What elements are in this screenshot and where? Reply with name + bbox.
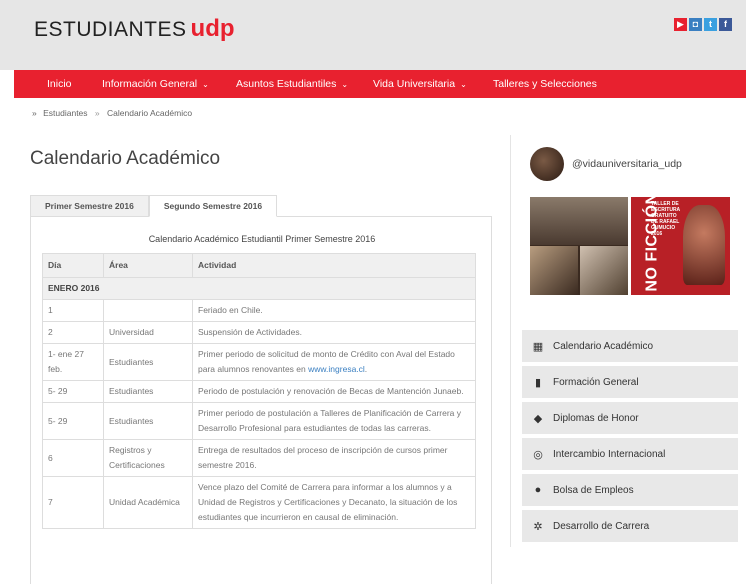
cell-dia: 5- 29 <box>42 402 104 440</box>
nav-item-vida-universitaria[interactable]: Vida Universitaria ⌄ <box>373 70 467 98</box>
cell-actividad: Periodo de postulación y renovación de B… <box>192 380 476 403</box>
column-header-actividad: Actividad <box>192 253 476 278</box>
cell-area: Estudiantes <box>103 380 193 403</box>
table-row: 6 Registros y Certificaciones Entrega de… <box>42 439 476 477</box>
binoculars-icon: ● <box>534 484 542 496</box>
table-row: 5- 29 Estudiantes Primer periodo de post… <box>42 402 476 440</box>
instagram-post-photo[interactable] <box>530 197 628 295</box>
nav-item-label: Vida Universitaria <box>373 78 456 90</box>
sidebar-divider <box>510 135 511 547</box>
nav-item-label: Talleres y Selecciones <box>493 78 597 90</box>
sidebar-item-label: Intercambio Internacional <box>553 448 666 460</box>
logo-brand: udp <box>190 15 235 42</box>
facebook-icon[interactable]: f <box>719 18 732 31</box>
calendar-icon: ▦ <box>532 340 544 353</box>
column-header-area: Área <box>103 253 193 278</box>
site-header: ESTUDIANTES udp ▶ ◘ t f <box>0 0 746 70</box>
poster-subtitle: TALLER DE ESCRITURA GRATUITO DE RAFAEL G… <box>651 201 680 237</box>
cell-dia: 1 <box>42 299 104 322</box>
sidebar-item-calendario-academico[interactable]: ▦ Calendario Académico <box>522 330 738 362</box>
cell-actividad: Suspensión de Actividades. <box>192 321 476 344</box>
nav-item-label: Inicio <box>47 78 72 90</box>
nav-item-talleres-y-selecciones[interactable]: Talleres y Selecciones <box>493 70 597 98</box>
twitter-icon[interactable]: t <box>704 18 717 31</box>
cell-area: Estudiantes <box>103 343 193 381</box>
cell-area <box>103 299 193 322</box>
sidebar-item-desarrollo-de-carrera[interactable]: ✲ Desarrollo de Carrera <box>522 510 738 542</box>
page-title: Calendario Académico <box>30 148 221 169</box>
sidebar-item-diplomas-de-honor[interactable]: ◆ Diplomas de Honor <box>522 402 738 434</box>
avatar[interactable] <box>530 147 564 181</box>
sidebar-item-bolsa-de-empleos[interactable]: ● Bolsa de Empleos <box>522 474 738 506</box>
sidebar-item-intercambio-internacional[interactable]: ◎ Intercambio Internacional <box>522 438 738 470</box>
sidebar-item-label: Diplomas de Honor <box>553 412 639 424</box>
breadcrumb-prefix: » <box>32 108 37 118</box>
instagram-post-poster[interactable]: NO FICCIÓN TALLER DE ESCRITURA GRATUITO … <box>631 197 730 295</box>
sidebar-item-formacion-general[interactable]: ▮ Formación General <box>522 366 738 398</box>
cell-dia: 6 <box>42 439 104 477</box>
sidebar-item-label: Formación General <box>553 376 639 388</box>
chevron-down-icon: ⌄ <box>202 80 209 89</box>
social-links: ▶ ◘ t f <box>674 18 732 31</box>
photo-panel <box>530 197 628 245</box>
ingresa-link[interactable]: www.ingresa.cl <box>308 364 365 374</box>
month-label: ENERO 2016 <box>42 277 476 300</box>
sidebar-item-label: Bolsa de Empleos <box>553 484 634 496</box>
instagram-icon[interactable]: ◘ <box>689 18 702 31</box>
instagram-handle[interactable]: @vidauniversitaria_udp <box>572 158 682 170</box>
cell-actividad: Vence plazo del Comité de Carrera para i… <box>192 476 476 529</box>
nav-item-label: Información General <box>102 78 198 90</box>
cell-actividad: Primer periodo de postulación a Talleres… <box>192 402 476 440</box>
logo-text: ESTUDIANTES <box>34 18 187 41</box>
semester-tabs: Primer Semestre 2016 Segundo Semestre 20… <box>30 195 278 217</box>
table-row: 5- 29 Estudiantes Periodo de postulación… <box>42 380 476 403</box>
cell-actividad-suffix: . <box>364 364 368 374</box>
column-header-dia: Día <box>42 253 104 278</box>
site-logo[interactable]: ESTUDIANTES udp <box>34 15 235 43</box>
table-row: 2 Universidad Suspensión de Actividades. <box>42 321 476 344</box>
breadcrumb-link-estudiantes[interactable]: Estudiantes <box>43 108 87 118</box>
nav-item-label: Asuntos Estudiantiles <box>236 78 337 90</box>
main-nav: Inicio Información General ⌄ Asuntos Estu… <box>14 70 746 98</box>
cell-dia: 2 <box>42 321 104 344</box>
nav-item-inicio[interactable]: Inicio <box>47 70 72 98</box>
table-header-row: Día Área Actividad <box>42 253 476 278</box>
chevron-down-icon: ⌄ <box>460 80 467 89</box>
cell-actividad: Feriado en Chile. <box>192 299 476 322</box>
cell-area: Unidad Académica <box>103 476 193 529</box>
photo-panel <box>580 246 628 295</box>
cell-actividad: Entrega de resultados del proceso de ins… <box>192 439 476 477</box>
cell-dia: 1- ene 27 feb. <box>42 343 104 381</box>
breadcrumb-separator: » <box>94 108 100 118</box>
gears-icon: ✲ <box>533 520 543 533</box>
youtube-icon[interactable]: ▶ <box>674 18 687 31</box>
cell-area: Universidad <box>103 321 193 344</box>
table-row: 1 Feriado en Chile. <box>42 299 476 322</box>
sidebar-item-label: Desarrollo de Carrera <box>553 520 650 532</box>
calendar-table: Día Área Actividad ENERO 2016 1 Feriado … <box>42 253 476 529</box>
nav-item-informacion-general[interactable]: Información General ⌄ <box>102 70 209 98</box>
photo-panel <box>530 246 578 295</box>
cell-actividad: Primer periodo de solicitud de monto de … <box>192 343 476 381</box>
book-icon: ▮ <box>534 376 542 389</box>
sidebar-menu: ▦ Calendario Académico ▮ Formación Gener… <box>522 330 738 546</box>
tab-primer-semestre[interactable]: Primer Semestre 2016 <box>30 195 149 217</box>
chevron-down-icon: ⌄ <box>341 80 349 89</box>
nav-item-asuntos-estudiantiles[interactable]: Asuntos Estudiantiles ⌄ <box>236 70 348 98</box>
cell-area: Estudiantes <box>103 402 193 440</box>
calendar-title: Calendario Académico Estudiantil Primer … <box>148 234 376 244</box>
graduation-cap-icon: ◆ <box>533 412 543 425</box>
poster-portrait <box>683 205 725 285</box>
tab-segundo-semestre[interactable]: Segundo Semestre 2016 <box>148 195 278 217</box>
cell-dia: 5- 29 <box>42 380 104 403</box>
globe-icon: ◎ <box>533 448 543 461</box>
sidebar-item-label: Calendario Académico <box>553 340 654 352</box>
breadcrumb-current: Calendario Académico <box>107 108 193 118</box>
table-row: 7 Unidad Académica Vence plazo del Comit… <box>42 476 476 529</box>
month-row: ENERO 2016 <box>42 277 476 300</box>
cell-dia: 7 <box>42 476 104 529</box>
table-row: 1- ene 27 feb. Estudiantes Primer period… <box>42 343 476 381</box>
cell-area: Registros y Certificaciones <box>103 439 193 477</box>
breadcrumb: » Estudiantes » Calendario Académico <box>32 108 192 118</box>
